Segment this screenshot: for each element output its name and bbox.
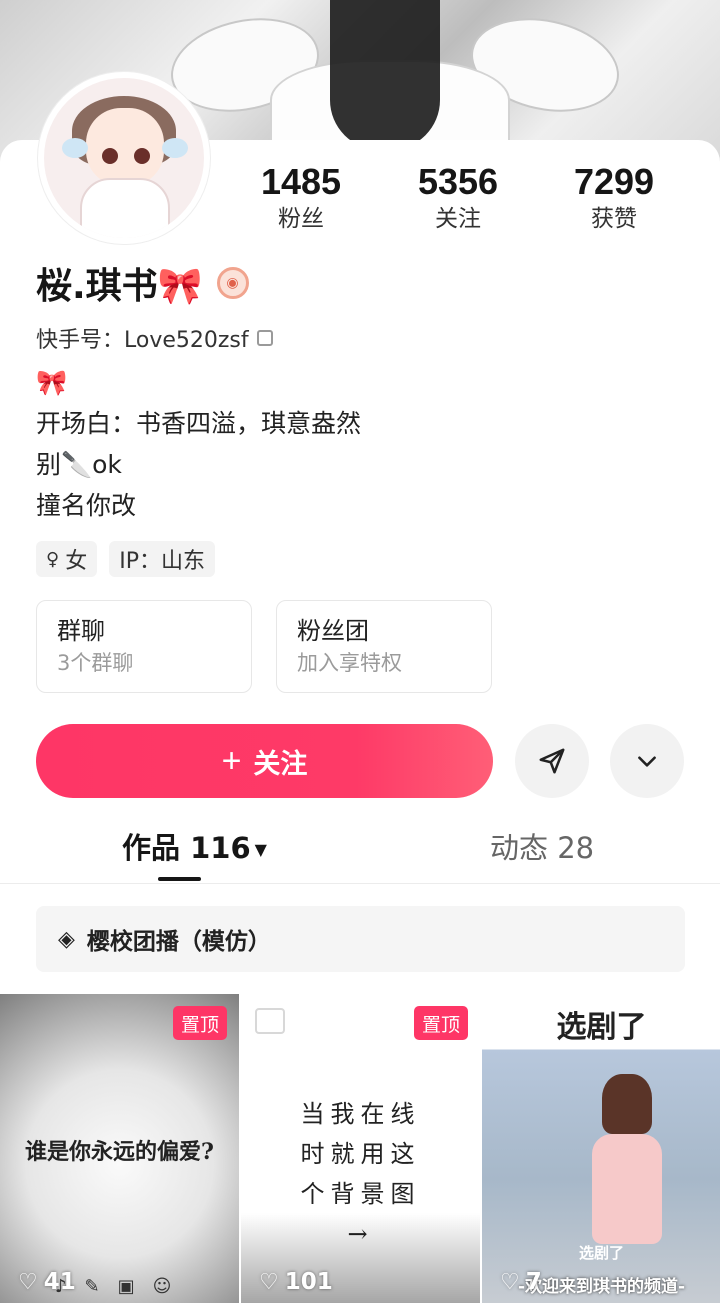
gender-label: 女 — [65, 549, 88, 574]
chevron-down-icon — [638, 756, 656, 767]
follow-button[interactable]: + 关注 — [36, 724, 493, 798]
video-caption: 谁是你永远的偏爱? — [25, 1139, 214, 1165]
profile-cards: 群聊 3个群聊 粉丝团 加入享特权 — [36, 600, 492, 693]
collection-bar[interactable]: ◈ 樱校团播（模仿） — [36, 906, 685, 972]
stat-fans-value: 1485 — [260, 161, 342, 202]
caret-down-icon: ▼ — [254, 840, 267, 859]
tab-works[interactable]: 作品 116 ▼ — [122, 828, 267, 870]
content-tabs: 作品 116 ▼ 动态 28 — [0, 820, 720, 884]
cover-hair — [330, 0, 440, 150]
heart-icon: ♡ — [259, 1269, 279, 1295]
video-grid: 谁是你永远的偏爱? 置顶 ♪ ✎ ▣ ☺ ♡ 41 置顶 当我在线 时就用这 个背景图… — [0, 994, 720, 1303]
heart-icon: ♡ — [500, 1269, 520, 1295]
like-count: ♡ 7 — [500, 1269, 542, 1295]
stat-fans[interactable]: 1485 粉丝 — [241, 160, 361, 234]
kwai-id-text: 快手号：Love520zsf — [36, 328, 249, 353]
bio-line: 开场白：书香四溢，琪意盎然 — [36, 409, 362, 438]
pinned-badge: 置顶 — [413, 1006, 468, 1040]
video-tile[interactable]: 置顶 当我在线 时就用这 个背景图 → ♡ 101 — [241, 994, 480, 1303]
profile-stats: 1485 粉丝 5356 关注 7299 获赞 — [0, 160, 720, 250]
bio-line: 别🔪ok — [36, 450, 122, 479]
video-title: 选剧了 — [556, 1010, 647, 1045]
tab-moments[interactable]: 动态 28 — [490, 828, 594, 868]
stat-fans-label: 粉丝 — [278, 206, 324, 232]
plus-icon: + — [221, 742, 242, 780]
stat-following[interactable]: 5356 关注 — [398, 160, 518, 234]
stat-likes-value: 7299 — [573, 161, 655, 202]
send-icon — [539, 748, 565, 774]
profile-name-row: 桜.琪书🎀 ◉ — [36, 256, 249, 310]
heart-icon: ♡ — [18, 1269, 38, 1295]
video-character — [592, 1074, 662, 1264]
video-subtitle: 选剧了 — [578, 1244, 624, 1262]
group-chat-sub: 3个群聊 — [57, 651, 134, 675]
video-tile[interactable]: 谁是你永远的偏爱? 置顶 ♪ ✎ ▣ ☺ ♡ 41 — [0, 994, 239, 1303]
video-tile[interactable]: 选剧了 选剧了 -欢迎来到琪书的频道- ♡ 7 — [482, 994, 720, 1303]
share-button[interactable] — [515, 724, 589, 798]
tab-moments-label: 动态 28 — [490, 831, 595, 865]
like-count: ♡ 41 — [18, 1269, 76, 1295]
pinned-badge: 置顶 — [172, 1006, 227, 1040]
female-icon: ♀ — [46, 548, 60, 570]
group-chat-card[interactable]: 群聊 3个群聊 — [36, 600, 252, 693]
ip-tag: IP：山东 — [109, 541, 215, 577]
like-count-value: 41 — [43, 1269, 76, 1295]
fan-club-card[interactable]: 粉丝团 加入享特权 — [276, 600, 492, 693]
like-count-value: 7 — [525, 1269, 542, 1295]
gender-tag: ♀ 女 — [36, 541, 98, 577]
tab-indicator — [158, 877, 201, 881]
gallery-icon — [255, 1008, 285, 1034]
bio-line: 🎀 — [36, 368, 68, 397]
copy-icon[interactable] — [256, 330, 273, 346]
follow-label: 关注 — [253, 748, 308, 779]
stat-following-value: 5356 — [417, 161, 499, 202]
fan-club-title: 粉丝团 — [297, 617, 369, 645]
like-count-value: 101 — [284, 1269, 333, 1295]
tab-works-label: 作品 116 — [122, 831, 251, 865]
layers-icon: ◈ — [58, 926, 75, 952]
profile-name: 桜.琪书🎀 — [36, 266, 203, 307]
group-chat-title: 群聊 — [57, 617, 105, 645]
ip-label: IP：山东 — [119, 549, 205, 574]
bio-line: 撞名你改 — [36, 491, 137, 520]
fan-club-sub: 加入享特权 — [297, 651, 402, 675]
stat-likes[interactable]: 7299 获赞 — [554, 160, 674, 234]
profile-bio: 🎀 开场白：书香四溢，琪意盎然 别🔪ok 撞名你改 — [36, 362, 361, 526]
kwai-id[interactable]: 快手号：Love520zsf — [36, 322, 273, 354]
collection-label: 樱校团播（模仿） — [86, 929, 271, 955]
profile-tags: ♀ 女 IP：山东 — [36, 541, 215, 577]
more-button[interactable] — [610, 724, 684, 798]
like-count: ♡ 101 — [259, 1269, 333, 1295]
stat-likes-label: 获赞 — [591, 206, 637, 232]
stat-following-label: 关注 — [435, 206, 481, 232]
level-badge-icon[interactable]: ◉ — [216, 267, 249, 299]
